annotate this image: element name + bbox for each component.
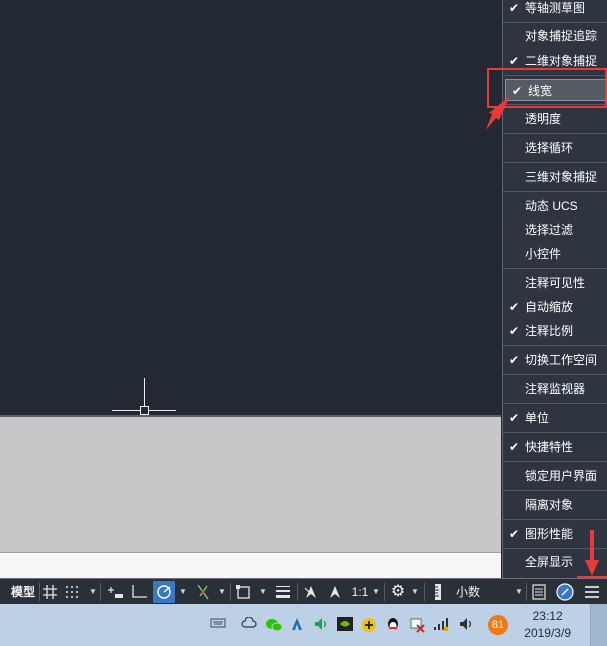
menu-separator [503,162,607,163]
chevron-down-icon[interactable]: ▼ [258,581,268,603]
menu-item-annotation-visibility[interactable]: 注释可见性 [503,272,607,294]
check-icon: ✔ [509,440,520,454]
object-snap-tracking-icon[interactable] [192,581,214,603]
menu-separator [503,461,607,462]
menu-item-isolate-objects[interactable]: 隔离对象 [503,494,607,516]
clock-date: 2019/3/9 [524,626,571,640]
menu-item-dynamic-ucs[interactable]: 动态 UCS [503,195,607,217]
object-snap-icon[interactable] [234,581,254,603]
menu-item-gizmo[interactable]: 小控件 [503,243,607,265]
chevron-down-icon[interactable]: ▼ [88,581,98,603]
menu-item-workspace-switching[interactable]: ✔ 切换工作空间 [503,349,607,371]
menu-item-annotation-scale[interactable]: ✔ 注释比例 [503,320,607,342]
autodesk-icon[interactable] [289,617,305,633]
polar-tracking-icon[interactable] [153,581,175,603]
network-flag-icon[interactable] [409,617,425,633]
chevron-down-icon[interactable]: ▼ [514,581,524,603]
autoscale-icon[interactable] [325,581,345,603]
snap-mode-icon[interactable] [63,581,81,603]
menu-item-lock-ui[interactable]: 锁定用户界面 [503,465,607,487]
check-icon: ✔ [509,353,520,367]
menu-separator [503,519,607,520]
menu-item-annotation-monitor[interactable]: 注释监视器 [503,378,607,400]
windows-taskbar: 81 23:12 2019/3/9 [0,604,607,646]
ortho-mode-icon[interactable] [129,581,149,603]
menu-item-quick-properties[interactable]: ✔ 快捷特性 [503,436,607,458]
gear-icon[interactable]: ⚙ [388,581,408,603]
cloud-icon[interactable] [241,616,257,633]
menu-separator [503,268,607,269]
chevron-down-icon[interactable]: ▼ [371,581,381,603]
check-icon: ✔ [509,1,520,15]
check-icon: ✔ [509,527,520,541]
crosshair-pickbox [140,406,149,415]
units-dropdown[interactable]: 小数 [450,581,520,603]
show-desktop-button[interactable] [590,604,607,646]
annotation-visibility-icon[interactable] [300,581,322,603]
menu-item-selection-filter[interactable]: 选择过滤 [503,219,607,241]
status-toolbar: 模型 ▼ ▼ ▼ ▼ 1:1 ▼ ⚙ ▼ 小数 ▼ [0,578,607,605]
quick-properties-icon[interactable] [530,581,548,603]
graphics-performance-icon[interactable] [555,581,575,603]
grid-icon[interactable] [41,581,59,603]
menu-separator [503,22,607,23]
menu-separator [503,374,607,375]
menu-separator [503,345,607,346]
security-plus-icon[interactable] [361,617,377,633]
check-icon: ✔ [509,324,520,338]
annotation-arrow-icon [585,530,599,576]
toolbar-separator [297,583,298,601]
menu-separator [503,490,607,491]
notification-badge[interactable]: 81 [488,615,508,635]
check-icon: ✔ [509,300,520,314]
toolbar-separator [526,583,527,601]
taskbar-clock[interactable]: 23:12 2019/3/9 [524,608,571,642]
check-icon: ✔ [509,411,520,425]
annotation-arrow-icon [486,96,510,130]
speaker-icon[interactable] [458,617,474,633]
chevron-down-icon[interactable]: ▼ [178,581,188,603]
signal-icon[interactable] [433,617,449,633]
infer-constraints-icon[interactable] [104,581,126,603]
menu-item-autoscale[interactable]: ✔ 自动缩放 [503,296,607,318]
menu-item-units[interactable]: ✔ 单位 [503,407,607,429]
wechat-icon[interactable] [265,617,283,633]
menu-item-object-snap-tracking[interactable]: 对象捕捉追踪 [503,25,607,47]
keyboard-icon[interactable] [210,617,226,633]
menu-separator [503,432,607,433]
chevron-down-icon[interactable]: ▼ [410,581,420,603]
ruler-icon [432,581,446,603]
toolbar-separator [384,583,385,601]
menu-item-selection-cycling[interactable]: 选择循环 [503,137,607,159]
lineweight-icon[interactable] [272,581,294,603]
command-area [0,415,501,554]
audio-green-icon[interactable] [313,617,329,633]
customization-menu-icon[interactable] [581,581,603,603]
chevron-down-icon[interactable]: ▼ [217,581,227,603]
annotation-scale-button[interactable]: 1:1 [349,581,371,603]
toolbar-separator [39,583,40,601]
model-space-button[interactable]: 模型 [8,581,38,603]
menu-item-3d-object-snap[interactable]: 三维对象捕捉 [503,166,607,188]
drawing-canvas[interactable] [0,0,501,415]
nvidia-icon[interactable] [337,617,353,633]
layout-tabs-strip [0,552,501,579]
menu-separator [503,191,607,192]
menu-separator [503,403,607,404]
qq-icon[interactable] [385,617,401,633]
clock-time: 23:12 [532,609,563,623]
toolbar-separator [424,583,425,601]
toolbar-separator [230,583,231,601]
toolbar-separator [100,583,101,601]
menu-item-isometric-drafting[interactable]: ✔ 等轴测草图 [503,0,607,19]
